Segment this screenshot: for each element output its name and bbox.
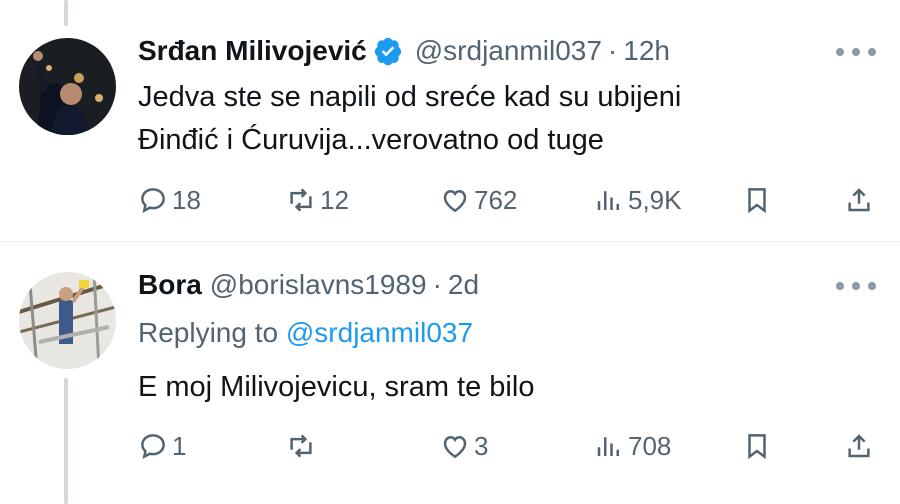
more-icon[interactable] bbox=[836, 42, 876, 62]
display-name[interactable]: Bora bbox=[138, 268, 202, 302]
more-icon[interactable] bbox=[836, 276, 876, 296]
views-count: 708 bbox=[628, 430, 672, 461]
tweet-header: Bora @borislavns1989 · 2d bbox=[138, 268, 479, 302]
separator-dot: · bbox=[607, 35, 618, 66]
reply-count: 18 bbox=[172, 184, 201, 215]
handle[interactable]: @srdjanmil037 bbox=[415, 34, 602, 68]
like-button[interactable]: 762 bbox=[440, 180, 517, 220]
views-count: 5,9K bbox=[628, 184, 682, 215]
views-icon bbox=[597, 191, 619, 210]
tweet-header: Srđan Milivojević @srdjanmil037 · 12h bbox=[138, 34, 670, 68]
avatar[interactable] bbox=[19, 272, 116, 369]
bookmark-icon bbox=[748, 188, 766, 214]
retweet-button[interactable] bbox=[286, 426, 320, 466]
tweet-text: E moj Milivojevicu, sram te bilo bbox=[138, 371, 535, 403]
timestamp[interactable]: 2d bbox=[448, 268, 479, 302]
avatar-image bbox=[19, 38, 116, 135]
tweet-1[interactable]: Srđan Milivojević @srdjanmil037 · 12h Je… bbox=[0, 0, 900, 240]
views-button[interactable]: 5,9K bbox=[594, 180, 682, 220]
retweet-count: 12 bbox=[320, 184, 349, 215]
like-count: 762 bbox=[474, 184, 518, 215]
like-button[interactable]: 3 bbox=[440, 426, 488, 466]
reply-icon bbox=[141, 434, 165, 459]
display-name[interactable]: Srđan Milivojević bbox=[138, 34, 367, 68]
like-count: 3 bbox=[474, 430, 489, 461]
tweet-actions: 1 3 708 bbox=[138, 426, 878, 466]
reply-count: 1 bbox=[172, 430, 187, 461]
avatar-image bbox=[19, 272, 116, 369]
timestamp[interactable]: 12h bbox=[623, 34, 670, 68]
verified-badge-icon bbox=[374, 37, 401, 66]
reply-button[interactable]: 1 bbox=[138, 426, 186, 466]
handle[interactable]: @borislavns1989 bbox=[210, 268, 427, 302]
like-icon bbox=[443, 435, 467, 459]
bookmark-button[interactable] bbox=[742, 180, 776, 220]
replying-to: Replying to @srdjanmil037 bbox=[138, 316, 473, 350]
separator-dot: · bbox=[432, 269, 442, 300]
retweet-icon bbox=[290, 188, 312, 212]
replying-to-mention[interactable]: @srdjanmil037 bbox=[286, 317, 473, 348]
reply-button[interactable]: 18 bbox=[138, 180, 201, 220]
share-button[interactable] bbox=[844, 180, 878, 220]
bookmark-button[interactable] bbox=[742, 426, 776, 466]
bookmark-icon bbox=[748, 434, 766, 460]
tweet-text: Jedva ste se napili od sreće kad su ubij… bbox=[138, 81, 682, 156]
retweet-icon bbox=[290, 434, 312, 458]
share-icon bbox=[848, 188, 870, 212]
views-button[interactable]: 708 bbox=[594, 426, 671, 466]
reply-icon bbox=[141, 188, 165, 213]
tweet-actions: 18 12 762 5,9K bbox=[138, 180, 878, 220]
avatar[interactable] bbox=[19, 38, 116, 135]
share-button[interactable] bbox=[844, 426, 878, 466]
share-icon bbox=[848, 434, 870, 458]
tweet-2[interactable]: Bora @borislavns1989 · 2d Replying to @s… bbox=[0, 242, 900, 504]
retweet-button[interactable]: 12 bbox=[286, 180, 349, 220]
replying-to-label: Replying to bbox=[138, 317, 279, 348]
views-icon bbox=[597, 437, 619, 456]
like-icon bbox=[443, 189, 467, 213]
